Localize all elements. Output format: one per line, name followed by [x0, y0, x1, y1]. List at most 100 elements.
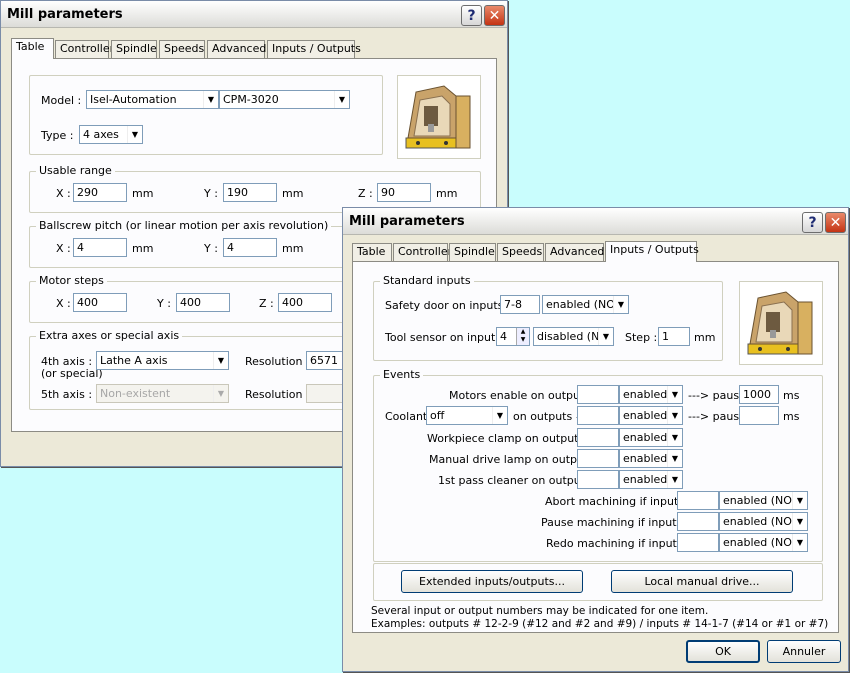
tab-advanced[interactable]: Advanced — [545, 243, 604, 261]
help-button[interactable]: ? — [461, 5, 482, 26]
pause-label: ---> pause — [688, 389, 746, 402]
tab-table[interactable]: Table — [352, 243, 392, 261]
cancel-button[interactable]: Annuler — [767, 640, 841, 663]
pause-input-2[interactable] — [739, 406, 779, 425]
axis4-dropdown[interactable]: Lathe A axis ▼ — [96, 351, 229, 370]
tab-speeds[interactable]: Speeds — [159, 40, 205, 58]
pause-label-2: ---> pause — [688, 410, 746, 423]
note-line-1: Several input or output numbers may be i… — [371, 605, 709, 617]
tab-controller[interactable]: Controller — [393, 243, 452, 261]
back-tabbar: Table Controller Spindle Speeds Advanced… — [11, 38, 411, 59]
help-button[interactable]: ? — [802, 212, 823, 233]
manual-lamp-state[interactable]: enabled ▼ — [619, 449, 683, 468]
workpiece-clamp-input[interactable] — [577, 428, 619, 447]
coolant-state[interactable]: enabled ▼ — [619, 406, 683, 425]
ballscrew-y-input[interactable]: 4 — [223, 238, 277, 257]
chevron-down-icon: ▼ — [667, 450, 682, 467]
coolant-dropdown[interactable]: off ▼ — [426, 406, 508, 425]
tab-advanced[interactable]: Advanced — [207, 40, 266, 58]
front-tabbar: Table Controller Spindle Speeds Advanced… — [352, 241, 752, 262]
tab-spindle[interactable]: Spindle — [111, 40, 157, 58]
extended-io-button[interactable]: Extended inputs/outputs... — [401, 570, 583, 593]
redo-state[interactable]: enabled (NO) ▼ — [719, 533, 808, 552]
events-title: Events — [380, 368, 424, 381]
close-button[interactable]: ✕ — [484, 5, 505, 26]
back-title: Mill parameters — [7, 7, 123, 22]
pause-machining-state[interactable]: enabled (NO) ▼ — [719, 512, 808, 531]
motor-x-label: X : — [56, 297, 71, 310]
safety-door-state[interactable]: enabled (NO) ▼ — [542, 295, 629, 314]
front-title: Mill parameters — [349, 214, 465, 229]
motor-z-input[interactable]: 400 — [278, 293, 332, 312]
resolution4-label: Resolution : — [245, 355, 310, 368]
redo-state-value: enabled (NO) — [723, 536, 797, 549]
motor-z-label: Z : — [259, 297, 274, 310]
tool-sensor-spinner[interactable]: ▲ ▼ — [516, 328, 529, 345]
pass-cleaner-state[interactable]: enabled ▼ — [619, 470, 683, 489]
tab-speeds[interactable]: Speeds — [497, 243, 544, 261]
ballscrew-y-unit: mm — [282, 242, 304, 255]
manual-lamp-label: Manual drive lamp on output # — [429, 453, 601, 466]
back-titlebar[interactable]: Mill parameters ? ✕ — [1, 1, 507, 28]
chevron-down-icon: ▼ — [127, 126, 142, 143]
coolant-outputs-input[interactable] — [577, 406, 619, 425]
tab-controller[interactable]: Controller — [55, 40, 114, 58]
motor-y-label: Y : — [157, 297, 171, 310]
usable-z-label: Z : — [358, 187, 373, 200]
maker-dropdown[interactable]: Isel-Automation ▼ — [86, 90, 219, 109]
motors-enable-state[interactable]: enabled ▼ — [619, 385, 683, 404]
usable-x-input[interactable]: 290 — [73, 183, 127, 202]
machine-image — [739, 281, 823, 365]
tab-inputs-outputs[interactable]: Inputs / Outputs — [605, 241, 699, 262]
step-input[interactable]: 1 — [658, 327, 690, 346]
local-manual-drive-button[interactable]: Local manual drive... — [611, 570, 793, 593]
motors-enable-input[interactable] — [577, 385, 619, 404]
manual-lamp-input[interactable] — [577, 449, 619, 468]
step-unit: mm — [694, 331, 716, 344]
machine-dropdown[interactable]: CPM-3020 ▼ — [219, 90, 350, 109]
ballscrew-x-input[interactable]: 4 — [73, 238, 127, 257]
tab-spindle[interactable]: Spindle — [449, 243, 496, 261]
axis5-dropdown: Non-existent ▼ — [96, 384, 229, 403]
usable-x-label: X : — [56, 187, 71, 200]
maker-value: Isel-Automation — [90, 93, 177, 106]
ballscrew-y-label: Y : — [204, 242, 218, 255]
pass-cleaner-state-value: enabled — [623, 473, 668, 486]
usable-z-input[interactable]: 90 — [377, 183, 431, 202]
axis5-label: 5th axis : — [41, 388, 93, 401]
usable-y-input[interactable]: 190 — [223, 183, 277, 202]
usable-y-label: Y : — [204, 187, 218, 200]
chevron-down-icon: ▼ — [213, 385, 228, 402]
pause-input-1[interactable]: 1000 — [739, 385, 779, 404]
ballscrew-title: Ballscrew pitch (or linear motion per ax… — [36, 219, 332, 232]
tab-table[interactable]: Table — [11, 38, 54, 59]
model-label: Model : — [41, 94, 82, 107]
pause-machining-input[interactable] — [677, 512, 719, 531]
motor-x-input[interactable]: 400 — [73, 293, 127, 312]
motors-enable-label: Motors enable on output # — [449, 389, 597, 402]
close-button[interactable]: ✕ — [825, 212, 846, 233]
abort-state[interactable]: enabled (NO) ▼ — [719, 491, 808, 510]
safety-door-input[interactable]: 7-8 — [500, 295, 540, 314]
chevron-down-icon: ▼ — [667, 429, 682, 446]
standard-inputs-title: Standard inputs — [380, 274, 474, 287]
front-titlebar[interactable]: Mill parameters ? ✕ — [343, 208, 848, 235]
workpiece-clamp-label: Workpiece clamp on outputs # — [427, 432, 597, 445]
chevron-down-icon: ▼ — [667, 386, 682, 403]
chevron-down-icon: ▼ — [613, 296, 628, 313]
type-dropdown[interactable]: 4 axes ▼ — [79, 125, 143, 144]
cnc-machine-icon — [747, 291, 813, 355]
pass-cleaner-input[interactable] — [577, 470, 619, 489]
abort-input[interactable] — [677, 491, 719, 510]
tool-sensor-state[interactable]: disabled (NC ▼ — [533, 327, 614, 346]
tab-inputs-outputs[interactable]: Inputs / Outputs — [267, 40, 361, 58]
front-window: Mill parameters ? ✕ Table Controller Spi… — [342, 207, 849, 672]
axis4-value: Lathe A axis — [100, 354, 168, 367]
motor-y-input[interactable]: 400 — [176, 293, 230, 312]
ok-button[interactable]: OK — [686, 640, 760, 663]
chevron-down-icon: ▼ — [792, 492, 807, 509]
coolant-value: off — [430, 409, 445, 422]
redo-input[interactable] — [677, 533, 719, 552]
workpiece-clamp-state[interactable]: enabled ▼ — [619, 428, 683, 447]
pause-machining-state-value: enabled (NO) — [723, 515, 797, 528]
